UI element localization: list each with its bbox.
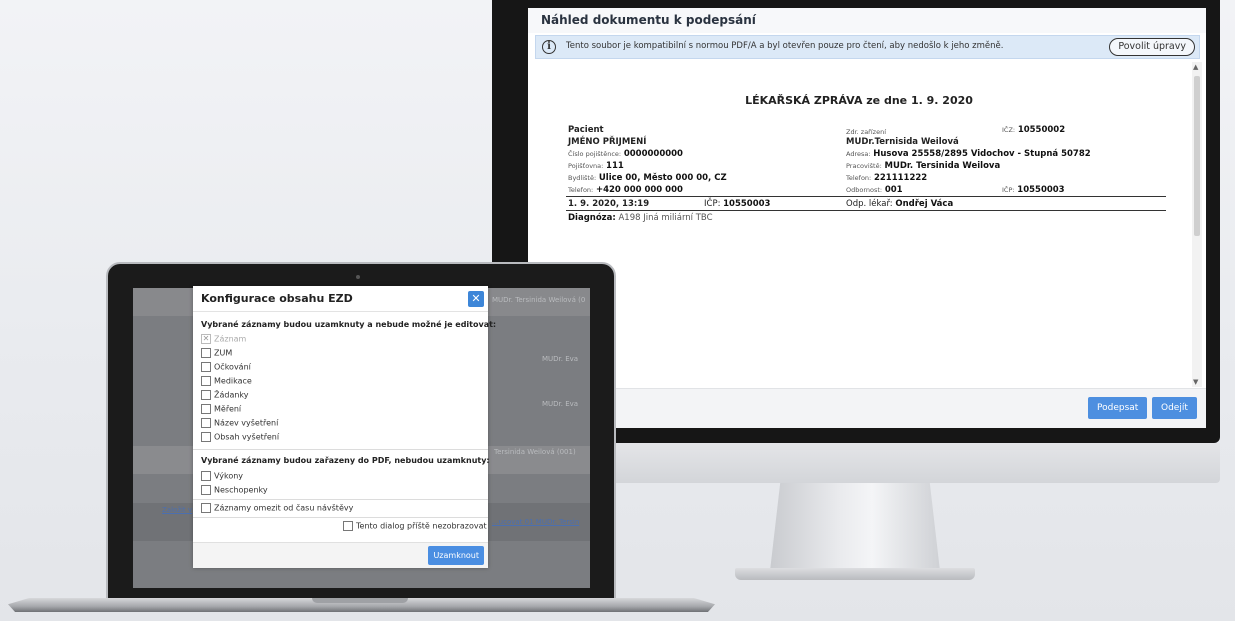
workplace-row: Pracoviště: MUDr. Tersinida Weilova — [846, 161, 1001, 171]
checkbox-box[interactable] — [201, 376, 211, 386]
insurance-number-row: Číslo pojištěnce: 0000000000 — [568, 149, 683, 159]
patient-label: Pacient — [568, 125, 604, 135]
report-title: LÉKAŘSKÁ ZPRÁVA ze dne 1. 9. 2020 — [745, 94, 973, 107]
facility-address-row: Adresa: Husova 25558/2895 Vidochov - Stu… — [846, 149, 1091, 159]
checkbox-limit-records[interactable]: Záznamy omezit od času návštěvy — [201, 503, 353, 516]
patient-name: JMÉNO PŘIJMENÍ — [568, 137, 647, 147]
visit-icp-row: IČP: 10550003 — [704, 199, 771, 209]
checkbox-box[interactable] — [201, 471, 211, 481]
monitor-stand — [770, 483, 940, 571]
locked-section-label: Vybrané záznamy budou uzamknuty a nebude… — [201, 320, 497, 329]
monitor-stand-base — [735, 568, 975, 580]
laptop-opening-notch — [312, 598, 408, 603]
checkbox-record: ✕ Záznam — [201, 334, 247, 344]
lock-button[interactable]: Uzamknout — [428, 546, 484, 565]
responsible-doctor-row: Odp. lékař: Ondřej Váca — [846, 199, 954, 209]
pdf-section-label: Vybrané záznamy budou zařazeny do PDF, n… — [201, 456, 490, 465]
checkbox-box[interactable] — [201, 485, 211, 495]
info-icon: i — [542, 40, 556, 54]
checkbox-requests[interactable]: Žádanky — [201, 390, 249, 403]
laptop-camera — [356, 275, 360, 279]
window-title: Náhled dokumentu k podepsání — [528, 8, 1206, 33]
divider-line — [566, 196, 1166, 197]
sign-button[interactable]: Podepsat — [1088, 397, 1148, 419]
background-link: Založit v — [162, 506, 193, 514]
scroll-down-arrow-icon[interactable]: ▼ — [1193, 378, 1198, 386]
ezd-config-dialog: Konfigurace obsahu EZD ✕ Vybrané záznamy… — [193, 286, 496, 568]
dialog-title: Konfigurace obsahu EZD — [193, 286, 488, 312]
checkbox-box[interactable] — [201, 418, 211, 428]
facility-doctor: MUDr.Ternisida Weilová — [846, 137, 959, 147]
checkbox-measurement[interactable]: Měření — [201, 404, 241, 417]
document-preview-window: Náhled dokumentu k podepsání i Tento sou… — [528, 8, 1206, 428]
patient-phone-row: Telefon: +420 000 000 000 — [568, 185, 683, 195]
divider-line — [566, 210, 1166, 211]
specialty-row: Odbornost: 001 — [846, 185, 903, 195]
visit-datetime: 1. 9. 2020, 13:19 — [568, 199, 650, 209]
dialog-footer: Uzamknout — [193, 542, 488, 568]
checkbox-zum[interactable]: ZUM — [201, 348, 232, 361]
icz-row: IČZ: 10550002 — [1002, 125, 1066, 135]
icp-row: IČP: 10550003 — [1002, 185, 1065, 195]
dialog-divider — [193, 499, 488, 500]
checkbox-box[interactable] — [201, 432, 211, 442]
dialog-divider — [193, 517, 488, 518]
background-text: Tersinida Weilová (001) — [494, 448, 576, 456]
background-text: MUDr. Tersinida Weilová (0 — [492, 296, 586, 304]
notice-message: Tento soubor je kompatibilní s normou PD… — [566, 41, 1004, 51]
scrollbar-thumb[interactable] — [1194, 76, 1200, 236]
checkbox-box[interactable] — [201, 348, 211, 358]
background-text: MUDr. Eva — [542, 400, 579, 408]
checkbox-procedures[interactable]: Výkony — [201, 471, 243, 484]
dialog-divider — [193, 449, 488, 450]
background-text: MUDr. Eva — [542, 355, 579, 363]
close-icon[interactable]: ✕ — [468, 291, 484, 307]
checkbox-box[interactable] — [201, 362, 211, 372]
checkbox-dont-show-again[interactable]: Tento dialog příště nezobrazovat — [343, 521, 487, 534]
background-link: ...ucovat 01 MUDr. Tersin — [492, 518, 580, 526]
leave-button[interactable]: Odejít — [1152, 397, 1197, 419]
checkbox-exam-content[interactable]: Obsah vyšetření — [201, 432, 279, 445]
pdfa-notice-bar: i Tento soubor je kompatibilní s normou … — [535, 35, 1200, 59]
facility-label: Zdr. zařízení — [846, 128, 886, 136]
document-page: LÉKAŘSKÁ ZPRÁVA ze dne 1. 9. 2020 Pacien… — [528, 62, 1190, 387]
checkbox-x-icon: ✕ — [201, 334, 211, 344]
checkbox-sick-leaves[interactable]: Neschopenky — [201, 485, 268, 498]
checkbox-medication[interactable]: Medikace — [201, 376, 252, 389]
window-footer: Podepsat Odejít — [528, 388, 1206, 428]
insurer-row: Pojišťovna: 111 — [568, 161, 624, 171]
checkbox-box[interactable] — [201, 404, 211, 414]
enable-editing-button[interactable]: Povolit úpravy — [1109, 38, 1195, 56]
checkbox-exam-name[interactable]: Název vyšetření — [201, 418, 278, 431]
residence-row: Bydliště: Ulice 00, Město 000 00, CZ — [568, 173, 727, 183]
checkbox-box[interactable] — [201, 390, 211, 400]
checkbox-vaccination[interactable]: Očkování — [201, 362, 251, 375]
document-scrollbar[interactable]: ▲ ▼ — [1192, 62, 1202, 387]
diagnosis-row: Diagnóza: A198 Jiná miliární TBC — [568, 213, 713, 223]
facility-phone-row: Telefon: 221111222 — [846, 173, 928, 183]
checkbox-box[interactable] — [201, 503, 211, 513]
checkbox-box[interactable] — [343, 521, 353, 531]
scroll-up-arrow-icon[interactable]: ▲ — [1193, 63, 1198, 71]
